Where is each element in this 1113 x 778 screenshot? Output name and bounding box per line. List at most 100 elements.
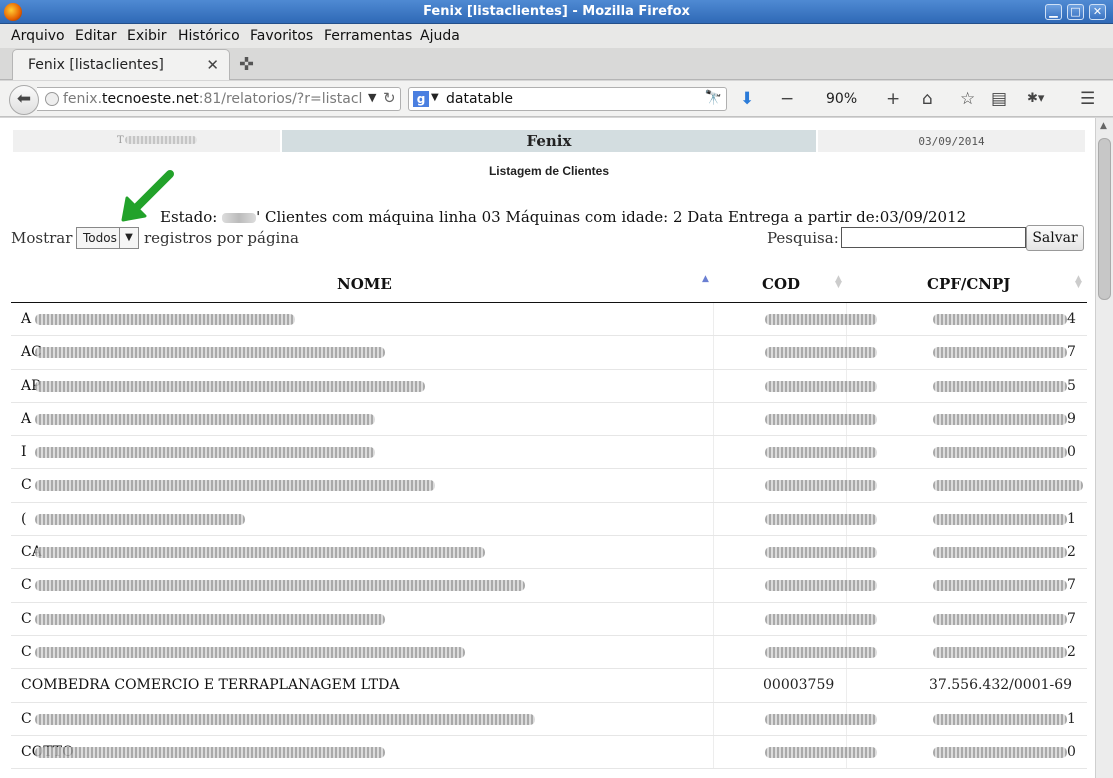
minimize-button[interactable]: ▁ (1045, 4, 1062, 20)
search-label: Pesquisa: (767, 229, 839, 247)
maximize-button[interactable]: □ (1067, 4, 1084, 20)
menu-editar[interactable]: Editar (75, 28, 116, 44)
column-header-cpf[interactable]: CPF/CNPJ (927, 275, 1010, 293)
zoom-in-icon[interactable]: + (886, 89, 900, 109)
cell-cod: 00003759 (763, 677, 835, 694)
redacted-cpf (933, 314, 1067, 325)
sort-asc-icon[interactable]: ▲ (702, 275, 709, 284)
redacted-cod (765, 480, 877, 492)
tab-fenix[interactable]: Fenix [listaclientes] ✕ (12, 49, 230, 80)
window-title: Fenix [listaclientes] - Mozilla Firefox (423, 4, 690, 19)
redacted-cod (765, 580, 877, 592)
table-row: AC 7 (11, 336, 1087, 370)
reading-list-icon[interactable]: ▤ (991, 89, 1007, 109)
header-left-strip: T (13, 130, 280, 152)
redacted-name (35, 713, 535, 725)
cell-cpf: 2 (1067, 643, 1076, 660)
redacted-cpf (933, 746, 1067, 758)
redacted-name (35, 746, 385, 758)
column-divider (713, 369, 714, 402)
table-row: A4 (11, 303, 1087, 337)
redacted-name (35, 447, 375, 459)
reload-icon[interactable]: ↻ (383, 89, 396, 107)
close-tab-icon[interactable]: ✕ (206, 56, 219, 74)
column-divider (713, 469, 714, 502)
engine-dropdown-icon[interactable]: ▼ (431, 92, 439, 103)
chevron-down-icon: ▼ (119, 228, 138, 248)
column-divider (713, 436, 714, 469)
table-row: COTTO0 (11, 735, 1087, 770)
redacted-name (35, 347, 385, 359)
close-window-button[interactable]: ✕ (1089, 4, 1106, 20)
redacted-cpf (933, 646, 1067, 658)
table-header: NOME ▲ COD ▲ ▼ CPF/CNPJ ▲ ▼ (11, 268, 1087, 303)
window-titlebar: Fenix [listaclientes] - Mozilla Firefox … (0, 0, 1113, 24)
redacted-name (35, 646, 465, 658)
url-text: fenix.tecnoeste.net:81/relatorios/?r=lis… (63, 91, 363, 107)
menu-historico[interactable]: Histórico (178, 28, 240, 44)
back-button[interactable]: ⬅ (9, 85, 39, 115)
records-per-page-select[interactable]: Todos ▼ (76, 227, 139, 249)
sort-both-icon[interactable]: ▲ ▼ (1075, 275, 1082, 290)
column-divider (713, 635, 714, 669)
header-date: 03/09/2014 (918, 135, 985, 148)
bookmark-star-icon[interactable]: ☆ (960, 89, 975, 109)
google-icon[interactable]: g (413, 91, 429, 107)
cell-cpf: 0 (1067, 743, 1076, 760)
menu-favoritos[interactable]: Favoritos (250, 28, 313, 44)
navigation-bar: fenix.tecnoeste.net:81/relatorios/?r=lis… (0, 81, 1113, 117)
url-dropdown-icon[interactable]: ▼ (368, 91, 376, 104)
menu-exibir[interactable]: Exibir (127, 28, 167, 44)
sort-both-icon[interactable]: ▲ ▼ (835, 275, 842, 290)
cell-cpf: 2 (1067, 544, 1076, 561)
column-divider (713, 569, 714, 602)
clients-table: NOME ▲ COD ▲ ▼ CPF/CNPJ ▲ ▼ A 4 AC 7 AP 5 A 9 I 0 C(… (11, 268, 1087, 770)
cell-nome: A (21, 410, 32, 427)
table-row: AP 5 (11, 369, 1087, 403)
column-divider (713, 702, 714, 735)
globe-icon (45, 92, 59, 106)
menu-arquivo[interactable]: Arquivo (11, 28, 65, 44)
search-input[interactable] (841, 227, 1026, 248)
download-icon[interactable]: ⬇ (740, 89, 754, 109)
app-title: Fenix (526, 132, 572, 150)
redacted-cod (765, 347, 877, 359)
home-icon[interactable]: ⌂ (922, 89, 933, 109)
redacted-cod (765, 713, 877, 725)
redacted-cpf (933, 380, 1067, 392)
menu-hamburger-icon[interactable]: ☰ (1080, 89, 1095, 109)
column-divider (713, 402, 714, 436)
column-divider (713, 336, 714, 369)
redacted-cpf (933, 547, 1067, 559)
header-left-text: T (117, 135, 124, 146)
zoom-level[interactable]: 90% (826, 91, 857, 107)
show-label: Mostrar (11, 229, 73, 247)
search-bar[interactable]: g ▼ datatable 🔭 (408, 87, 727, 111)
redacted-cpf (933, 413, 1067, 425)
cell-nome: C (21, 710, 32, 727)
redacted-cpf (933, 713, 1067, 725)
cell-cpf: 4 (1067, 311, 1076, 327)
zoom-out-icon[interactable]: − (780, 89, 794, 109)
column-header-cod[interactable]: COD (762, 275, 800, 293)
save-button[interactable]: Salvar (1026, 225, 1084, 251)
menu-ajuda[interactable]: Ajuda (420, 28, 460, 44)
binoculars-icon[interactable]: 🔭 (705, 90, 722, 106)
redacted-cpf (933, 580, 1067, 592)
cell-cpf: 7 (1067, 610, 1076, 627)
scrollbar-thumb[interactable] (1098, 138, 1111, 300)
tab-label: Fenix [listaclientes] (28, 57, 164, 73)
menu-ferramentas[interactable]: Ferramentas (324, 28, 412, 44)
column-divider (713, 502, 714, 536)
redacted-text (125, 136, 197, 144)
cell-nome: I (21, 444, 27, 461)
addon-icon[interactable]: ✱▾ (1027, 91, 1044, 106)
url-bar[interactable]: fenix.tecnoeste.net:81/relatorios/?r=lis… (37, 87, 401, 111)
cell-nome: A (21, 311, 32, 327)
cell-nome: C (21, 477, 32, 494)
scroll-up-icon[interactable]: ▲ (1100, 121, 1107, 131)
redacted-state (222, 213, 257, 223)
column-header-nome[interactable]: NOME (337, 275, 392, 293)
page-scrollbar[interactable]: ▲ (1095, 118, 1113, 778)
new-tab-icon[interactable]: ✜ (239, 54, 254, 75)
